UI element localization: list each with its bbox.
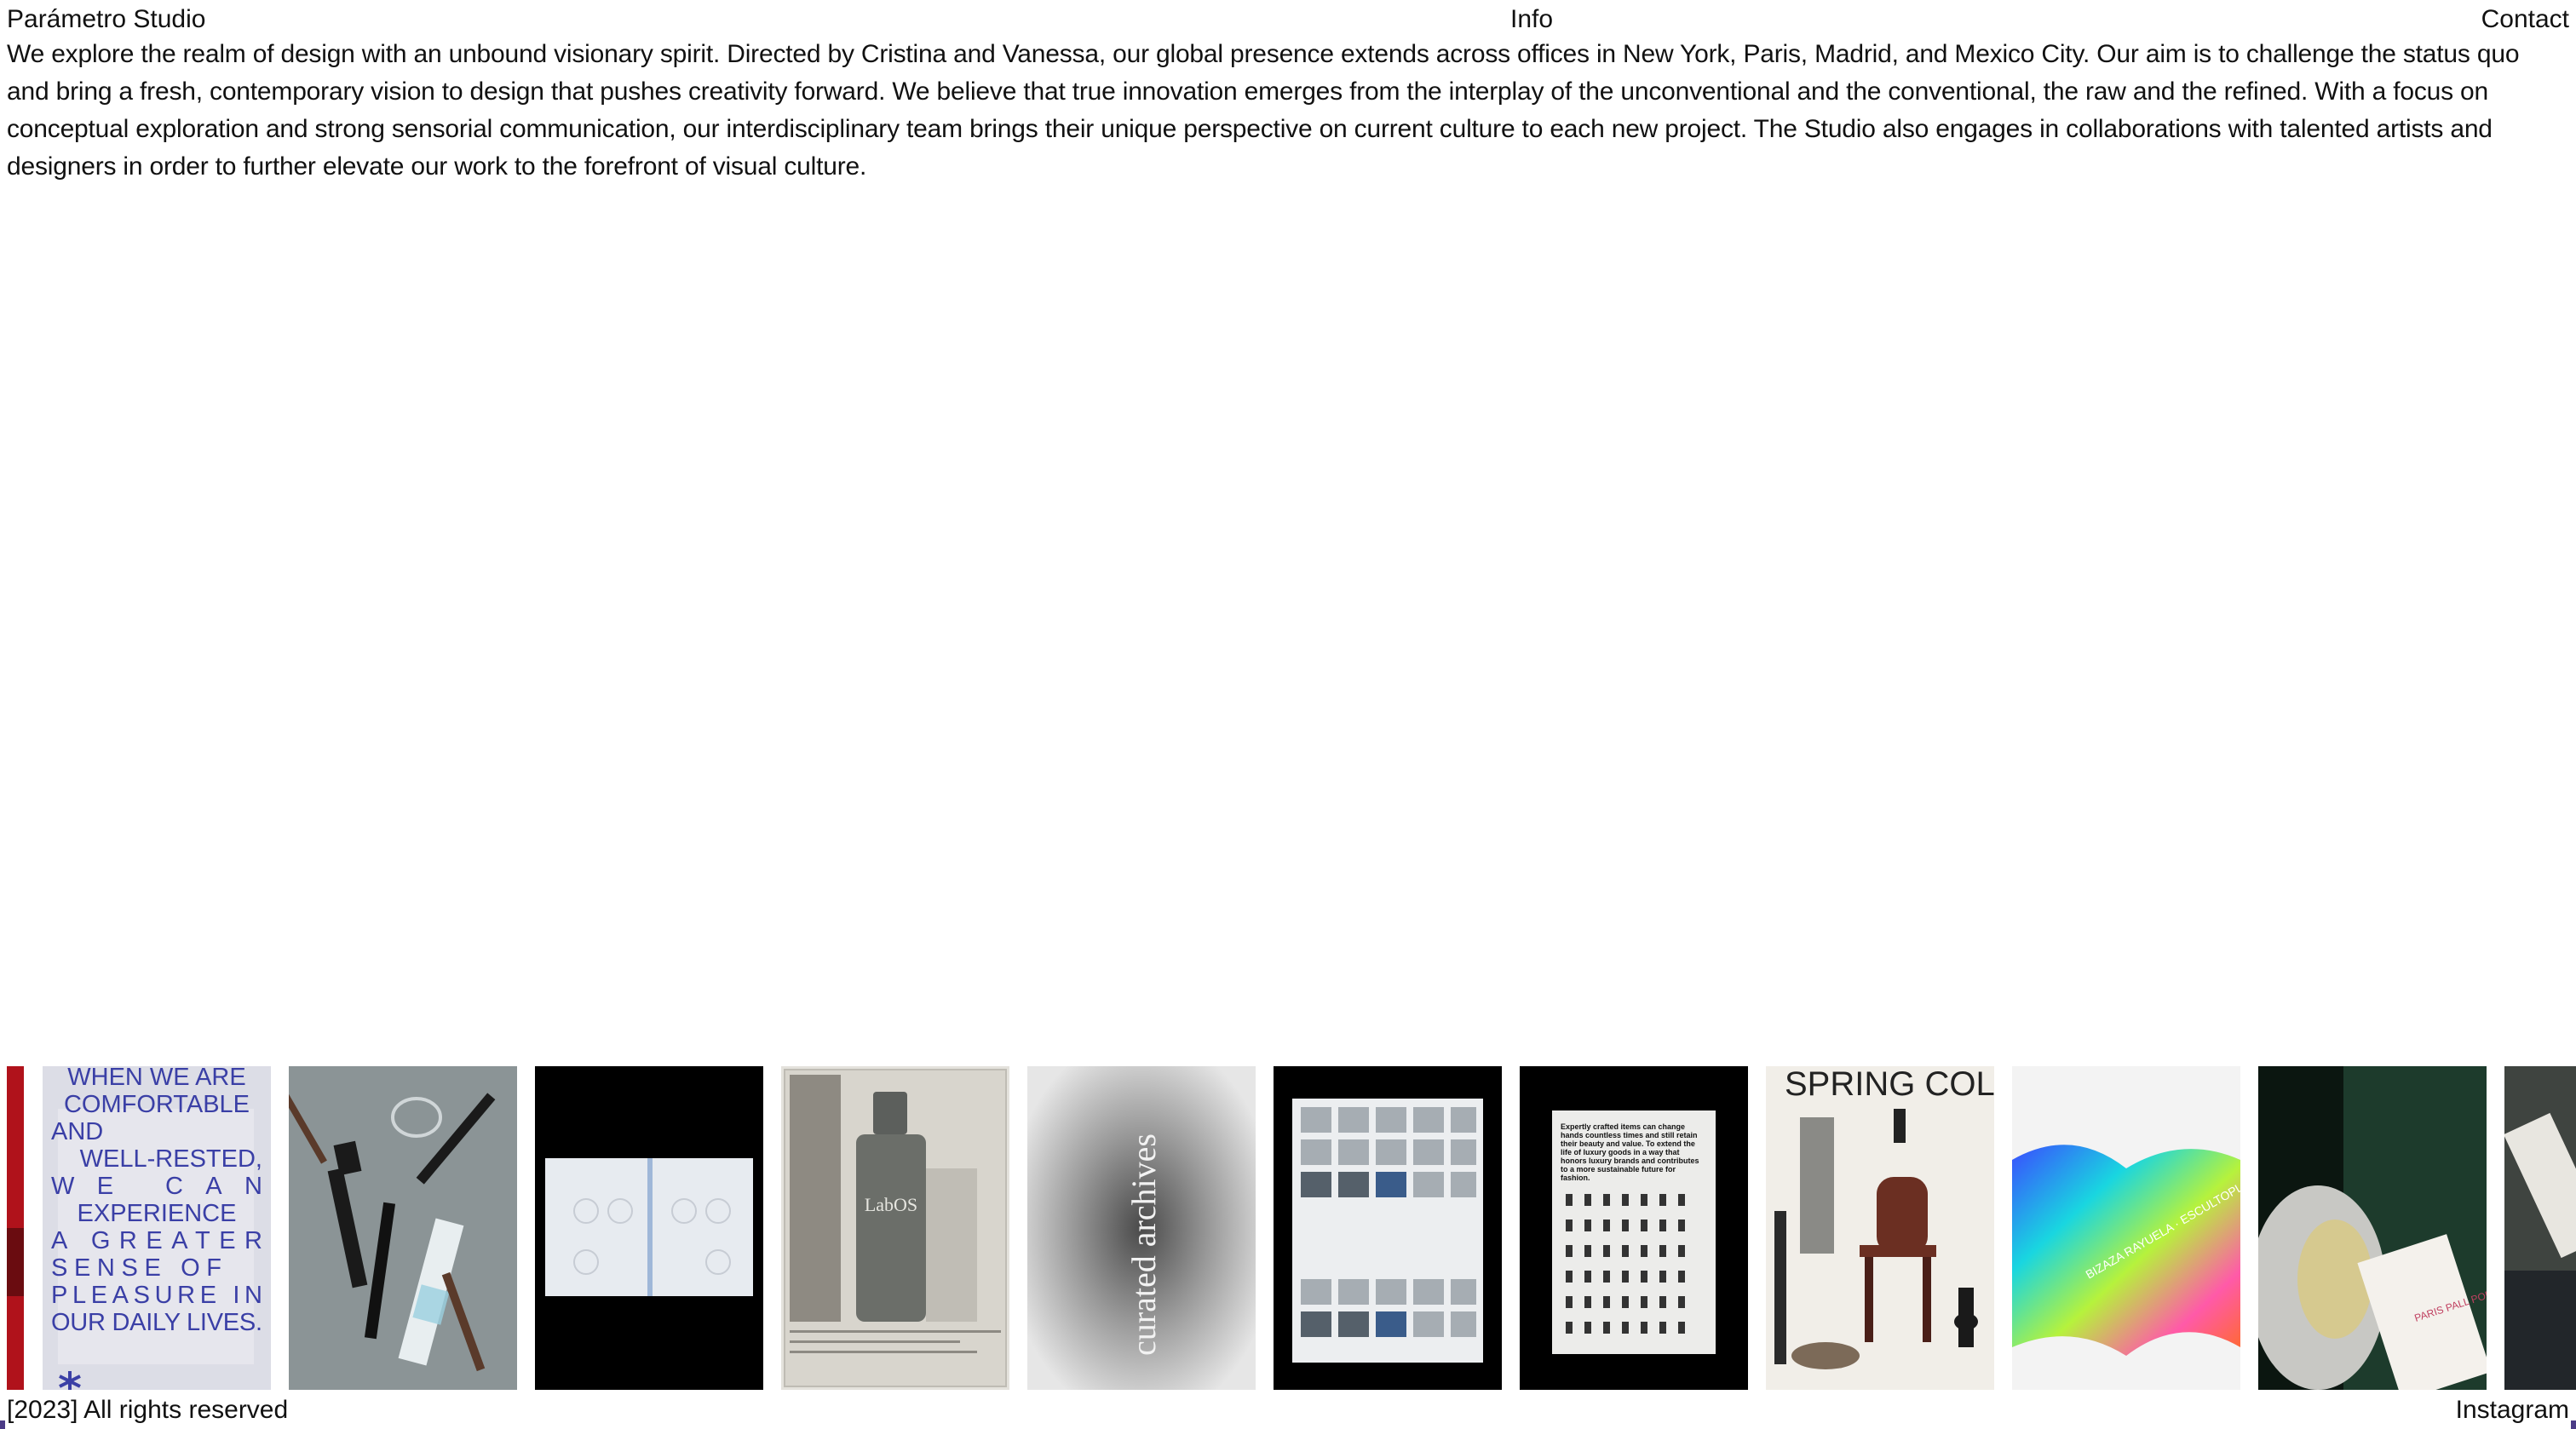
poster-line-8: SENSE OF xyxy=(51,1254,221,1282)
poster-line-1: WHEN WE ARE xyxy=(67,1066,245,1091)
copyright-text: [2023] All rights reserved xyxy=(7,1396,289,1424)
gallery-tile-crafted-items[interactable]: Expertly crafted items can change hands … xyxy=(1520,1066,1748,1390)
cosmetics-photo xyxy=(289,1066,517,1390)
window-edge-accent-right xyxy=(2571,1420,2576,1429)
catalog-spread-image xyxy=(1274,1066,1502,1390)
gallery-tile-partial-left[interactable] xyxy=(7,1066,24,1390)
gallery-tile-book[interactable] xyxy=(535,1066,763,1390)
top-nav: Parámetro Studio Info Contact xyxy=(0,0,2576,37)
crafted-items-text: Expertly crafted items can change hands … xyxy=(1561,1122,1699,1182)
gallery-tile-cosmetics[interactable] xyxy=(289,1066,517,1390)
red-panel-image xyxy=(7,1066,24,1390)
contact-link[interactable]: Contact xyxy=(2481,3,2569,36)
poster-line-10: OUR DAILY LIVES. xyxy=(51,1309,262,1336)
poster-line-2: COMFORTABLE xyxy=(64,1091,250,1118)
bottle-photo: LabOS xyxy=(781,1066,1009,1390)
instagram-link[interactable]: Instagram xyxy=(2456,1395,2569,1426)
poster-image: WHEN WE ARE COMFORTABLE AND WELL-RESTED,… xyxy=(43,1066,271,1390)
crafted-items-page-image: Expertly crafted items can change hands … xyxy=(1520,1066,1748,1390)
spring-collection-text: SPRING COL xyxy=(1785,1066,1994,1103)
gallery-tile-partial-right[interactable] xyxy=(2504,1066,2576,1390)
gallery-tile-poster[interactable]: WHEN WE ARE COMFORTABLE AND WELL-RESTED,… xyxy=(43,1066,271,1390)
window-edge-accent-left xyxy=(0,1420,5,1429)
project-gallery-strip[interactable]: WHEN WE ARE COMFORTABLE AND WELL-RESTED,… xyxy=(0,1066,2576,1390)
gallery-tile-spring-collection[interactable]: SPRING COL xyxy=(1766,1066,1994,1390)
bottle-label-text: LabOS xyxy=(865,1194,917,1215)
spring-collection-image: SPRING COL xyxy=(1766,1066,1994,1390)
curated-archives-image: curated archives xyxy=(1027,1066,1256,1390)
open-book-image xyxy=(535,1066,763,1390)
site-footer: [2023] All rights reserved Instagram xyxy=(0,1393,2576,1427)
glass-and-card-photo: PARIS PALL POP-UP LOUVELLE SPECIAL xyxy=(2258,1066,2487,1390)
poster-line-4: WELL-RESTED, xyxy=(80,1145,262,1173)
gallery-tile-holographic[interactable]: BIZAZA RAYUELA · ESCULTOPLÁSTICO xyxy=(2012,1066,2240,1390)
brand-link[interactable]: Parámetro Studio xyxy=(7,3,205,36)
partial-photo xyxy=(2504,1066,2576,1390)
info-link[interactable]: Info xyxy=(1510,3,1553,36)
poster-line-6: EXPERIENCE xyxy=(78,1200,237,1227)
gallery-tile-curated-archives[interactable]: curated archives xyxy=(1027,1066,1256,1390)
gallery-tile-catalog[interactable] xyxy=(1274,1066,1502,1390)
holographic-print-image: BIZAZA RAYUELA · ESCULTOPLÁSTICO xyxy=(2012,1066,2240,1390)
studio-intro-text: We explore the realm of design with an u… xyxy=(7,40,2520,181)
gallery-tile-bottle[interactable]: LabOS xyxy=(781,1066,1009,1390)
gallery-tile-glass-card[interactable]: PARIS PALL POP-UP LOUVELLE SPECIAL xyxy=(2258,1066,2487,1390)
poster-line-3: AND xyxy=(51,1118,103,1145)
curated-archives-text: curated archives xyxy=(1124,1133,1163,1356)
